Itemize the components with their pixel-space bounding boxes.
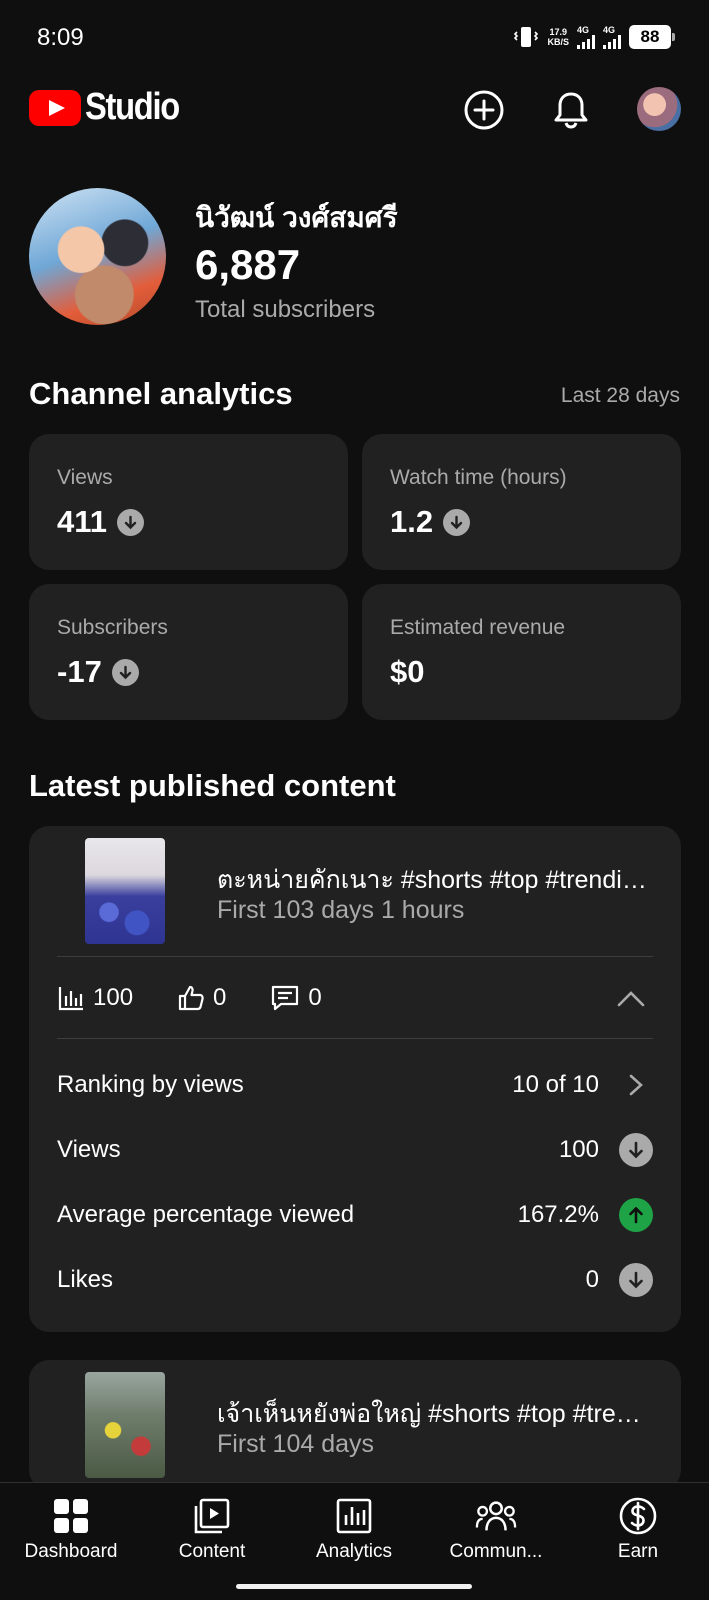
video-title[interactable]: ตะหน่ายคักเนาะ #shorts #top #trending	[217, 860, 647, 900]
video-age: First 104 days	[217, 1430, 375, 1458]
nav-label: Earn	[617, 1541, 659, 1562]
avg-percentage-row: Average percentage viewed 167.2%	[57, 1195, 653, 1235]
trend-down-icon	[117, 508, 145, 536]
detail-value: 100	[558, 1136, 599, 1163]
content-icon	[191, 1495, 233, 1537]
analytics-icon	[333, 1495, 375, 1537]
bar-chart-icon	[58, 987, 83, 1011]
channel-analytics-title: Channel analytics	[29, 376, 293, 411]
video-thumbnail[interactable]	[85, 838, 165, 944]
metric-label: Subscribers	[57, 616, 168, 639]
comments-stat: 0	[270, 984, 322, 1012]
account-avatar[interactable]	[637, 87, 681, 131]
metric-label: Watch time (hours)	[390, 466, 567, 489]
nav-analytics[interactable]: Analytics	[289, 1495, 419, 1563]
nav-label: Commun...	[449, 1541, 543, 1562]
trend-down-icon	[111, 658, 139, 686]
detail-value: 167.2%	[517, 1201, 599, 1228]
latest-content-title: Latest published content	[29, 768, 396, 803]
app-header: Studio	[0, 82, 709, 138]
trend-down-icon	[619, 1133, 653, 1167]
channel-avatar	[29, 188, 166, 325]
signal-icon-sim2: 4G	[603, 25, 621, 49]
nav-label: Analytics	[315, 1541, 393, 1562]
community-icon	[475, 1495, 517, 1537]
metric-value: -17	[57, 654, 139, 690]
channel-name: นิวัฒน์ วงศ์สมศรี	[195, 202, 398, 233]
metric-card-revenue[interactable]: Estimated revenue $0	[362, 584, 681, 720]
bottom-nav: Dashboard Content Analytics Commun... Ea…	[0, 1482, 709, 1600]
ranking-row[interactable]: Ranking by views 10 of 10	[57, 1065, 653, 1105]
detail-value: 0	[585, 1266, 599, 1293]
video-title[interactable]: เจ้าเห็นหยังพ่อใหญ่ #shorts #top #trendi…	[217, 1394, 647, 1434]
nav-community[interactable]: Commun...	[431, 1495, 561, 1563]
metric-label: Views	[57, 466, 113, 489]
chevron-up-icon	[617, 991, 645, 1007]
nav-label: Dashboard	[24, 1541, 118, 1562]
notifications-button[interactable]	[547, 86, 595, 134]
subscriber-label: Total subscribers	[195, 296, 376, 323]
views-row: Views 100	[57, 1130, 653, 1170]
content-card: ตะหน่ายคักเนาะ #shorts #top #trending Fi…	[29, 826, 681, 1332]
video-thumbnail[interactable]	[85, 1372, 165, 1478]
nav-earn[interactable]: Earn	[573, 1495, 703, 1563]
detail-label: Views	[57, 1136, 121, 1163]
earn-icon	[617, 1495, 659, 1537]
create-button[interactable]	[460, 86, 508, 134]
content-card: เจ้าเห็นหยังพ่อใหญ่ #shorts #top #trendi…	[29, 1360, 681, 1490]
detail-value: 10 of 10	[512, 1071, 599, 1098]
nav-dashboard[interactable]: Dashboard	[6, 1495, 136, 1563]
video-stats-row: 100 0 0	[57, 982, 366, 1014]
views-stat: 100	[57, 984, 133, 1012]
thumbs-up-icon	[178, 985, 204, 1011]
status-bar: 8:09 17.9 KB/S 4G 4G 88	[0, 0, 709, 76]
likes-stat: 0	[177, 984, 226, 1012]
collapse-button[interactable]	[615, 983, 647, 1015]
divider	[57, 1038, 653, 1039]
likes-row: Likes 0	[57, 1260, 653, 1300]
comment-icon	[272, 985, 299, 1011]
detail-label: Ranking by views	[57, 1071, 244, 1098]
video-age: First 103 days 1 hours	[217, 896, 465, 924]
network-speed: 17.9 KB/S	[547, 27, 569, 47]
status-time: 8:09	[37, 24, 84, 51]
battery-icon: 88	[629, 25, 675, 49]
detail-label: Average percentage viewed	[57, 1201, 355, 1228]
home-indicator[interactable]	[236, 1584, 472, 1589]
trend-up-icon	[619, 1198, 653, 1232]
trend-down-icon	[619, 1263, 653, 1297]
divider	[57, 956, 653, 957]
dashboard-icon	[50, 1495, 92, 1537]
vibrate-icon	[514, 27, 539, 47]
metric-card-watch-time[interactable]: Watch time (hours) 1.2	[362, 434, 681, 570]
nav-label: Content	[178, 1541, 246, 1562]
metric-value: 1.2	[390, 504, 471, 540]
signal-icon-sim1: 4G	[577, 25, 595, 49]
metric-label: Estimated revenue	[390, 616, 566, 639]
metric-value: $0	[390, 654, 425, 689]
create-icon	[464, 90, 504, 130]
metric-value: 411	[57, 504, 145, 540]
nav-content[interactable]: Content	[147, 1495, 277, 1563]
youtube-logo-icon	[29, 90, 81, 126]
metric-card-views[interactable]: Views 411	[29, 434, 348, 570]
detail-label: Likes	[57, 1266, 114, 1293]
subscriber-count: 6,887	[195, 241, 301, 288]
trend-down-icon	[443, 508, 471, 536]
chevron-right-icon	[619, 1068, 653, 1102]
metric-card-subscribers[interactable]: Subscribers -17	[29, 584, 348, 720]
analytics-period: Last 28 days	[560, 384, 680, 407]
status-icons: 17.9 KB/S 4G 4G 88	[513, 24, 675, 50]
app-name: Studio	[85, 86, 180, 128]
bell-icon	[554, 92, 588, 129]
